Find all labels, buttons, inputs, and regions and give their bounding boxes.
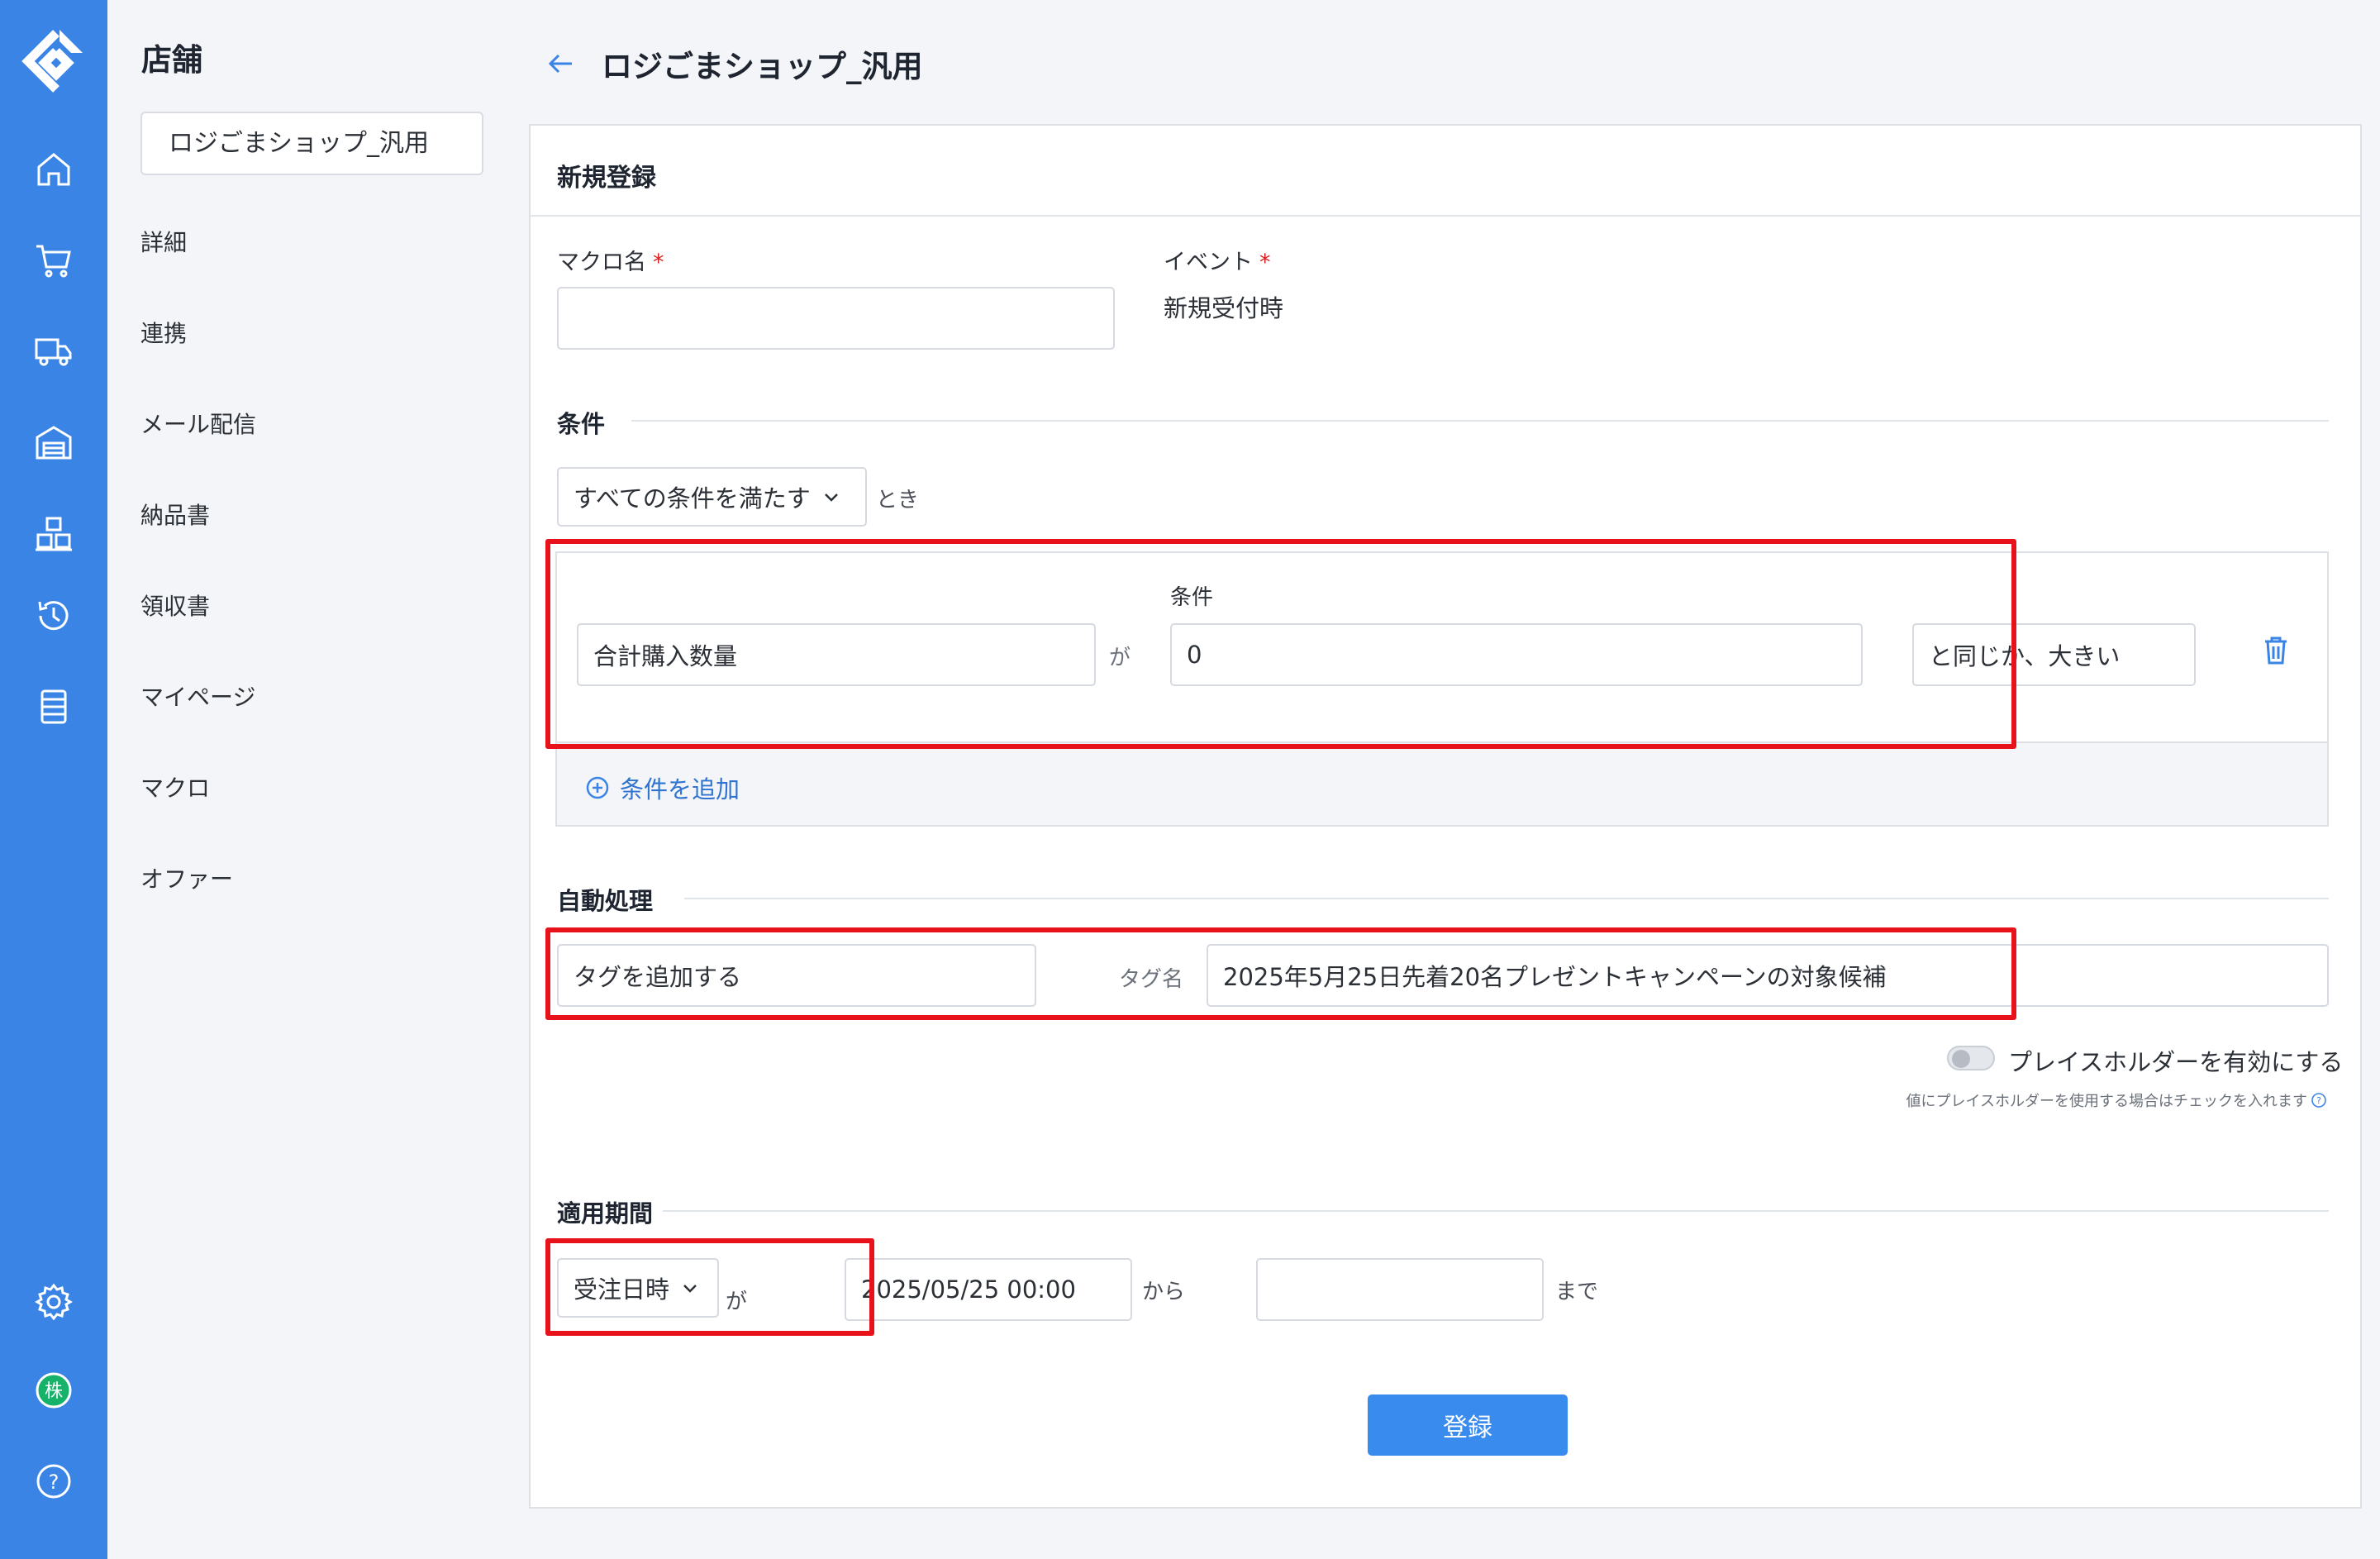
help-circle-icon[interactable]: ? — [2311, 1092, 2327, 1108]
card-header: 新規登録 — [531, 126, 2360, 217]
period-to-suffix: まで — [1555, 1280, 1599, 1304]
conditions-section-title: 条件 — [557, 410, 606, 438]
auto-process-section-title: 自動処理 — [557, 887, 654, 915]
icon-rail: 株 ? — [0, 0, 107, 1559]
sidebar-item-receipt[interactable]: 領収書 — [140, 589, 210, 622]
match-mode-suffix: とき — [876, 488, 920, 513]
sidebar-item-mail[interactable]: メール配信 — [140, 407, 256, 440]
section-divider — [684, 898, 2329, 899]
help-glyph: ? — [49, 1471, 60, 1494]
page-title: ロジごまショップ_汎用 — [602, 49, 923, 84]
sidebar-item-details[interactable]: 詳細 — [140, 225, 187, 258]
macro-name-label: マクロ名 * — [557, 250, 664, 275]
period-from-suffix: から — [1142, 1280, 1186, 1304]
sidebar-item-integration[interactable]: 連携 — [140, 316, 187, 349]
toggle-knob — [1952, 1050, 1970, 1068]
period-section-title: 適用期間 — [557, 1199, 654, 1228]
history-icon[interactable] — [29, 591, 79, 641]
register-button[interactable]: 登録 — [1368, 1395, 1568, 1456]
period-to-input[interactable] — [1256, 1258, 1544, 1321]
match-mode-value: すべての条件を満たす — [574, 484, 811, 513]
warehouse-icon[interactable] — [29, 417, 79, 467]
card-title: 新規登録 — [557, 164, 656, 193]
svg-text:?: ? — [2316, 1095, 2321, 1106]
add-condition-button[interactable]: 条件を追加 — [585, 770, 740, 805]
placeholder-help: 値にプレイスホルダーを使用する場合はチェックを入れます ? — [1906, 1089, 2327, 1111]
highlight-box-period — [545, 1238, 874, 1336]
event-value: 新規受付時 — [1164, 294, 1284, 322]
main-content: ロジごまショップ_汎用 新規登録 マクロ名 * イベント * 新規受付時 条件 すべ… — [504, 0, 2380, 1559]
event-label: イベント * — [1164, 250, 1271, 275]
add-condition-label: 条件を追加 — [620, 775, 740, 803]
required-mark: * — [653, 250, 664, 275]
help-icon[interactable]: ? — [29, 1456, 79, 1506]
match-mode-select[interactable]: すべての条件を満たす — [557, 467, 867, 527]
company-badge-text: 株 — [45, 1381, 63, 1402]
section-divider — [663, 1210, 2329, 1212]
chevron-down-icon — [824, 493, 838, 502]
highlight-box-condition — [545, 539, 2016, 749]
trash-icon[interactable] — [2261, 634, 2291, 667]
sidebar-title: 店舗 — [141, 42, 202, 78]
plus-circle-icon — [586, 776, 609, 799]
truck-icon[interactable] — [29, 327, 79, 376]
placeholder-toggle[interactable] — [1947, 1046, 1995, 1070]
store-selector[interactable]: ロジごまショップ_汎用 — [140, 112, 483, 175]
page-header: ロジごまショップ_汎用 — [545, 43, 923, 84]
boxes-icon[interactable] — [29, 508, 79, 558]
company-icon[interactable]: 株 — [29, 1366, 79, 1415]
cart-icon[interactable] — [29, 236, 79, 285]
sidebar-item-offer[interactable]: オファー — [140, 861, 233, 894]
sidebar-item-mypage[interactable]: マイページ — [140, 679, 255, 713]
store-sidebar: 店舗 ロジごまショップ_汎用 詳細 連携 メール配信 納品書 領収書 マイページ… — [107, 0, 504, 1559]
back-arrow-icon[interactable] — [545, 48, 577, 79]
gear-icon[interactable] — [29, 1277, 79, 1327]
section-divider — [631, 420, 2329, 422]
highlight-box-auto-process — [545, 927, 2016, 1020]
sidebar-item-delivery-note[interactable]: 納品書 — [140, 498, 210, 531]
logo-icon[interactable] — [18, 25, 89, 96]
required-mark: * — [1259, 250, 1271, 275]
list-icon[interactable] — [29, 682, 79, 732]
placeholder-help-text: 値にプレイスホルダーを使用する場合はチェックを入れます — [1906, 1093, 2307, 1110]
home-icon[interactable] — [29, 145, 79, 194]
sidebar-item-macro[interactable]: マクロ — [140, 770, 210, 803]
macro-name-input[interactable] — [557, 287, 1115, 350]
period-from-input[interactable]: 2025/05/25 00:00 — [845, 1258, 1132, 1321]
placeholder-toggle-label: プレイスホルダーを有効にする — [2008, 1048, 2344, 1076]
